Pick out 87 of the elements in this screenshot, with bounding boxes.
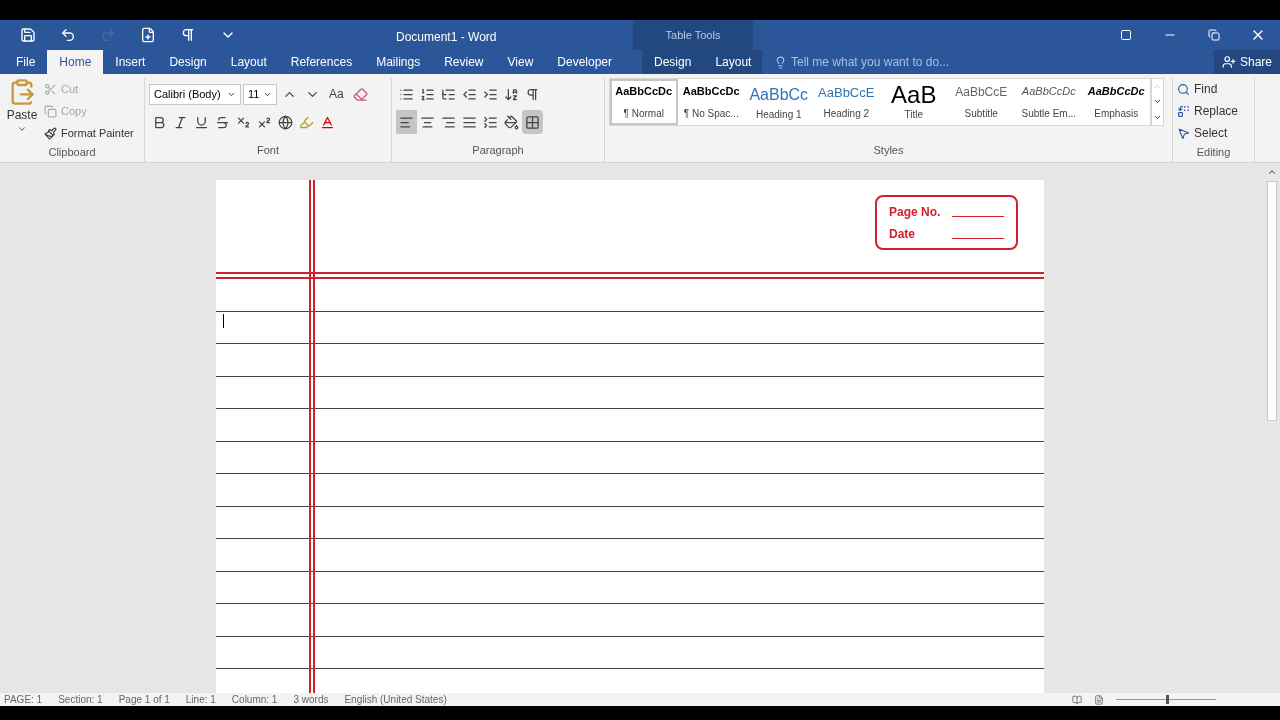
list-tree-icon xyxy=(441,86,456,102)
group-label: Styles xyxy=(872,142,905,158)
font-size-dropdown[interactable]: 11 xyxy=(243,83,277,105)
copy-icon xyxy=(44,104,57,118)
ribbon-tab[interactable]: Layout xyxy=(703,50,764,74)
group-label: Editing xyxy=(1195,145,1232,160)
font-color-icon xyxy=(320,114,335,130)
superscript-icon xyxy=(257,114,272,130)
paint-bucket-icon xyxy=(504,114,519,130)
ribbon-tab[interactable]: Mailings xyxy=(364,50,433,74)
status-item: Line: 1 xyxy=(185,694,216,705)
print-layout-icon[interactable] xyxy=(1094,694,1104,705)
search-icon xyxy=(1177,82,1190,96)
window-title: Document1 - Word xyxy=(396,29,497,46)
tell-me-input[interactable]: Tell me what you want to do... xyxy=(791,53,1011,71)
scissors-icon xyxy=(44,82,57,96)
align-left-icon xyxy=(399,114,414,130)
subscript-icon xyxy=(236,114,251,130)
ribbon-tab[interactable]: Insert xyxy=(103,50,158,74)
ribbon-tab[interactable]: Home xyxy=(47,50,104,74)
status-item: Column: 1 xyxy=(231,694,278,705)
style-gallery-item[interactable]: AaBbCcE Subtitle xyxy=(947,79,1015,125)
strikethrough-icon xyxy=(215,114,230,130)
ribbon-tab[interactable]: Layout xyxy=(218,50,279,74)
group-label: Clipboard xyxy=(47,145,97,160)
style-gallery-item[interactable]: AaBbCcE Heading 2 xyxy=(812,79,880,125)
window-icon xyxy=(1120,29,1132,41)
text-cursor xyxy=(223,314,224,328)
borders-button[interactable] xyxy=(522,110,543,134)
clipboard-command[interactable]: Format Painter xyxy=(44,122,134,144)
stamp-label: Date xyxy=(889,225,916,243)
change-case-button[interactable]: Aa xyxy=(325,82,348,106)
read-mode-icon[interactable] xyxy=(1072,694,1082,705)
group-label: Paragraph xyxy=(471,142,525,158)
ribbon-tab[interactable]: Design xyxy=(642,50,704,74)
italic-icon xyxy=(173,114,188,130)
bold-icon xyxy=(152,114,167,130)
ribbon-tab[interactable]: Developer xyxy=(545,50,624,74)
lightbulb-icon xyxy=(774,55,787,69)
indent-decrease-icon xyxy=(462,86,477,102)
style-gallery-item[interactable]: AaBbCc Heading 1 xyxy=(745,79,813,125)
person-plus-icon xyxy=(1222,55,1236,69)
justify-icon xyxy=(462,114,477,130)
status-item: English (United States) xyxy=(344,694,447,705)
stamp-label: Page No. xyxy=(889,203,942,221)
share-button[interactable]: Share xyxy=(1214,50,1280,74)
ribbon-tab[interactable]: Design xyxy=(157,50,219,74)
caret-icon xyxy=(17,124,27,134)
status-item: PAGE: 1 xyxy=(4,694,43,705)
editing-command[interactable]: Replace xyxy=(1177,100,1239,122)
highlighter-icon xyxy=(299,114,314,130)
group-label: Font xyxy=(256,142,280,158)
ribbon-tab[interactable]: View xyxy=(495,50,546,74)
ribbon-tab[interactable]: References xyxy=(278,50,365,74)
eraser-icon xyxy=(352,86,368,102)
ribbon-tab[interactable]: File xyxy=(4,50,48,74)
style-gallery-item[interactable]: AaBbCcDc Subtle Em... xyxy=(1015,79,1083,125)
style-gallery-item[interactable]: AaBbCcDc ¶ No Spac... xyxy=(677,79,745,125)
numbered-list-icon xyxy=(420,86,435,102)
status-item: Section: 1 xyxy=(58,694,103,705)
align-center-icon xyxy=(420,114,435,130)
font-name-dropdown[interactable]: Calibri (Body) xyxy=(149,83,241,105)
globe-icon xyxy=(278,114,293,130)
style-gallery-item[interactable]: AaB Title xyxy=(880,79,948,125)
scroll-up-icon[interactable] xyxy=(1267,167,1277,177)
underline-icon xyxy=(194,114,209,130)
replace-icon xyxy=(1177,104,1190,118)
status-item: Page 1 of 1 xyxy=(118,694,170,705)
tell-me-field[interactable]: Tell me what you want to do... xyxy=(762,50,1011,74)
pointer-icon xyxy=(1177,126,1190,140)
paintbrush-icon xyxy=(44,126,57,140)
paste-button[interactable]: Paste xyxy=(4,78,40,144)
grid-icon xyxy=(525,114,540,130)
restore-icon xyxy=(1208,29,1220,41)
bullet-list-icon xyxy=(399,86,414,102)
pilcrow-icon xyxy=(525,86,540,102)
editing-command[interactable]: Select xyxy=(1177,122,1239,144)
align-right-icon xyxy=(441,114,456,130)
style-gallery-item[interactable]: AaBbCcDc Emphasis xyxy=(1082,79,1150,125)
context-title: Table Tools xyxy=(665,27,721,43)
editing-command[interactable]: Find xyxy=(1177,78,1239,100)
sort-icon xyxy=(504,86,519,102)
indent-increase-icon xyxy=(483,86,498,102)
style-gallery-item[interactable]: AaBbCcDc ¶ Normal xyxy=(610,79,678,125)
status-item: 3 words xyxy=(293,694,329,705)
line-spacing-icon xyxy=(483,114,498,130)
ribbon-tab[interactable]: Review xyxy=(432,50,496,74)
